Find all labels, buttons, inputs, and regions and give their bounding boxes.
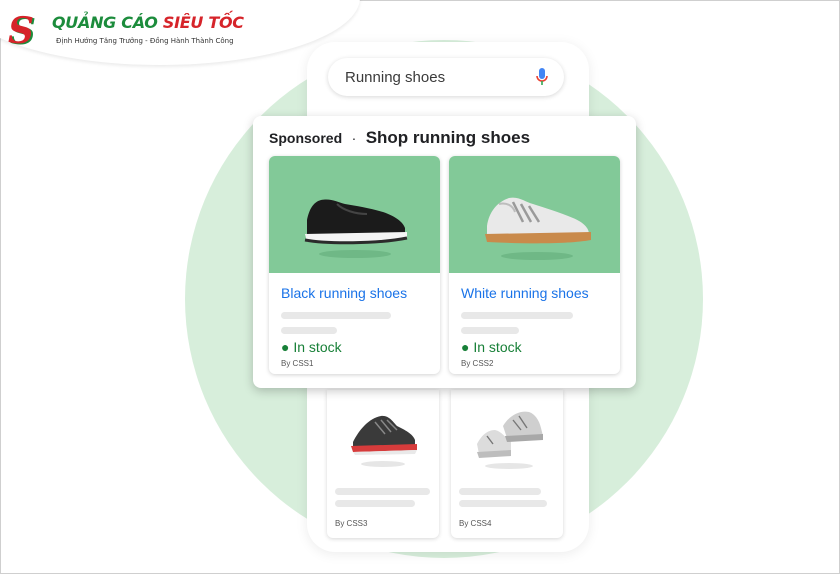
placeholder-line bbox=[461, 312, 573, 319]
brand-title-red: SIÊU TỐC bbox=[162, 13, 244, 32]
search-input[interactable]: Running shoes bbox=[345, 69, 445, 86]
sponsored-panel: Sponsored · Shop running shoes Black run… bbox=[253, 116, 636, 388]
stock-status-2: ● In stock bbox=[461, 339, 522, 355]
organic-card-2[interactable]: By CSS4 bbox=[451, 390, 563, 538]
shoe-image-3 bbox=[351, 415, 417, 467]
brand-tagline: Định Hướng Tăng Trưởng - Đồng Hành Thành… bbox=[56, 37, 234, 45]
header-separator: · bbox=[351, 130, 357, 146]
placeholder-line bbox=[459, 500, 547, 507]
placeholder-line bbox=[281, 327, 337, 334]
sponsored-header: Sponsored · Shop running shoes bbox=[269, 128, 530, 148]
sponsored-title: Shop running shoes bbox=[365, 128, 531, 147]
shoe-image-4 bbox=[477, 411, 543, 469]
product-image-2[interactable] bbox=[449, 156, 620, 273]
placeholder-line bbox=[335, 488, 430, 495]
sponsored-label: Sponsored bbox=[269, 130, 343, 146]
brand-logo: S QUẢNG CÁO SIÊU TỐC Định Hướng Tăng Trư… bbox=[6, 12, 276, 52]
logo-s-icon: S bbox=[8, 10, 34, 52]
stock-status-1: ● In stock bbox=[281, 339, 342, 355]
placeholder-line bbox=[281, 312, 391, 319]
placeholder-line bbox=[461, 327, 519, 334]
black-shoe-image bbox=[304, 199, 408, 258]
placeholder-line bbox=[335, 500, 415, 507]
organic-card-1[interactable]: By CSS3 bbox=[327, 390, 439, 538]
microphone-icon[interactable] bbox=[536, 68, 548, 86]
stock-text: In stock bbox=[473, 339, 522, 355]
seller-label: By CSS2 bbox=[461, 359, 494, 368]
white-shoe-image bbox=[485, 197, 591, 260]
stock-text: In stock bbox=[293, 339, 342, 355]
product-image-1[interactable] bbox=[269, 156, 440, 273]
product-name-1[interactable]: Black running shoes bbox=[281, 285, 407, 301]
product-card-2[interactable]: White running shoes ● In stock By CSS2 bbox=[449, 156, 620, 374]
seller-label: By CSS4 bbox=[459, 519, 492, 528]
seller-label: By CSS1 bbox=[281, 359, 314, 368]
seller-label: By CSS3 bbox=[335, 519, 368, 528]
product-card-1[interactable]: Black running shoes ● In stock By CSS1 bbox=[269, 156, 440, 374]
search-bar[interactable]: Running shoes bbox=[328, 58, 564, 96]
brand-title-green: QUẢNG CÁO bbox=[52, 13, 158, 32]
placeholder-line bbox=[459, 488, 541, 495]
brand-title: QUẢNG CÁO SIÊU TỐC bbox=[52, 14, 244, 32]
product-name-2[interactable]: White running shoes bbox=[461, 285, 589, 301]
